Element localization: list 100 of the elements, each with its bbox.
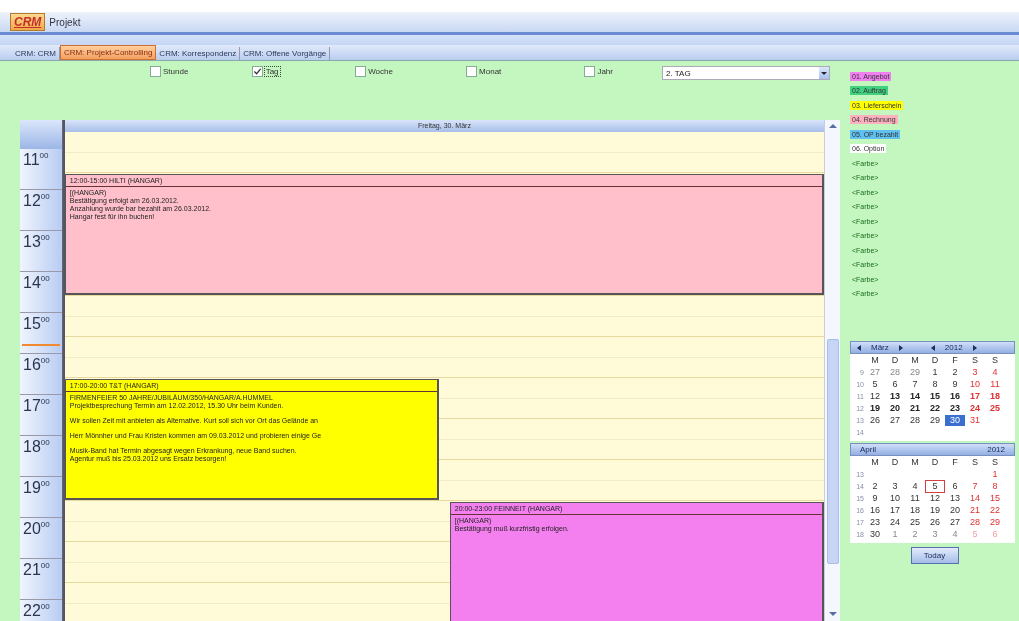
calendar-day[interactable]: 28: [965, 516, 985, 528]
calendar-day[interactable]: 1: [985, 468, 1005, 480]
weekday-label: F: [951, 456, 959, 468]
checkbox-label[interactable]: Monat: [478, 67, 503, 76]
calendar-day[interactable]: 1: [885, 528, 905, 540]
vertical-scrollbar[interactable]: [824, 120, 840, 621]
today-button[interactable]: Today: [910, 547, 959, 564]
tab[interactable]: CRM: CRM: [12, 47, 60, 60]
view-dropdown[interactable]: 2. TAG: [662, 66, 830, 80]
calendar-day[interactable]: 2: [945, 366, 965, 378]
calendar-day[interactable]: 21: [905, 402, 925, 414]
calendar-day[interactable]: 24: [885, 516, 905, 528]
tab[interactable]: CRM: Projekt-Controlling: [59, 45, 157, 60]
weekday-label: D: [890, 354, 900, 366]
calendar-day[interactable]: 18: [985, 390, 1005, 402]
calendar-day[interactable]: 3: [885, 480, 905, 492]
calendar-day[interactable]: 22: [925, 402, 945, 414]
calendar-day[interactable]: 17: [885, 504, 905, 516]
checkbox[interactable]: [251, 66, 263, 77]
day-grid[interactable]: [64, 132, 825, 621]
year-label[interactable]: 2012: [938, 343, 969, 352]
calendar-day[interactable]: 23: [865, 516, 885, 528]
calendar-day[interactable]: 4: [945, 528, 965, 540]
calendar-day[interactable]: 30: [865, 528, 885, 540]
calendar-day[interactable]: 19: [925, 504, 945, 516]
calendar-day[interactable]: 31: [965, 414, 985, 426]
calendar-day[interactable]: 24: [965, 402, 985, 414]
checkbox[interactable]: [150, 66, 161, 77]
calendar-day[interactable]: 12: [925, 492, 945, 504]
calendar-day[interactable]: 9: [865, 492, 885, 504]
month-name[interactable]: März: [865, 343, 895, 352]
calendar-day[interactable]: 10: [885, 492, 905, 504]
calendar-day[interactable]: 2: [905, 528, 925, 540]
weekday-label: M: [910, 354, 920, 366]
calendar-day[interactable]: 14: [905, 390, 925, 402]
month-name[interactable]: April: [854, 445, 882, 454]
calendar-day[interactable]: 26: [865, 414, 885, 426]
calendar-day[interactable]: 27: [945, 516, 965, 528]
calendar-day[interactable]: 3: [965, 366, 985, 378]
calendar-day[interactable]: 28: [885, 366, 905, 378]
scrollbar-thumb[interactable]: [826, 339, 839, 564]
checkbox[interactable]: [466, 66, 478, 77]
calendar-day[interactable]: 7: [905, 378, 925, 390]
calendar-day[interactable]: 7: [965, 480, 985, 492]
calendar-day[interactable]: 16: [865, 504, 885, 516]
calendar-day[interactable]: 19: [865, 402, 885, 414]
calendar-day[interactable]: 27: [865, 366, 885, 378]
weekday-label: D: [930, 354, 940, 366]
calendar-day[interactable]: 30: [945, 414, 965, 426]
calendar-day[interactable]: 8: [985, 480, 1005, 492]
tab[interactable]: CRM: Offene Vorgänge: [240, 47, 331, 60]
calendar-day[interactable]: 4: [985, 366, 1005, 378]
calendar-day[interactable]: 11: [985, 378, 1005, 390]
calendar-day[interactable]: 14: [965, 492, 985, 504]
calendar-day[interactable]: 1: [925, 366, 945, 378]
calendar-day[interactable]: 27: [885, 414, 905, 426]
calendar-day[interactable]: 29: [905, 366, 925, 378]
calendar-day[interactable]: 2: [865, 480, 885, 492]
calendar-day[interactable]: 26: [925, 516, 945, 528]
calendar-day[interactable]: 29: [985, 516, 1005, 528]
hour-label: 11$^{00}$: [20, 149, 62, 190]
calendar-day[interactable]: 29: [925, 414, 945, 426]
checkbox-label[interactable]: Stunde: [162, 67, 190, 76]
calendar-day[interactable]: 22: [985, 504, 1005, 516]
calendar-day[interactable]: 8: [925, 378, 945, 390]
calendar-day[interactable]: 16: [945, 390, 965, 402]
year-label[interactable]: 2012: [981, 445, 1011, 454]
appointment[interactable]: [64, 379, 440, 500]
calendar-day[interactable]: 10: [965, 378, 985, 390]
calendar-day[interactable]: 15: [925, 390, 945, 402]
calendar-day[interactable]: 6: [945, 480, 965, 492]
calendar-day[interactable]: 4: [905, 480, 925, 492]
calendar-day[interactable]: 20: [945, 504, 965, 516]
app-title: Projekt: [49, 16, 81, 28]
calendar-day[interactable]: 12: [865, 390, 885, 402]
calendar-day[interactable]: 20: [885, 402, 905, 414]
calendar-day[interactable]: 17: [965, 390, 985, 402]
checkbox[interactable]: [355, 66, 367, 77]
calendar-day[interactable]: 6: [885, 378, 905, 390]
calendar-day[interactable]: 25: [905, 516, 925, 528]
checkbox-label[interactable]: Woche: [367, 67, 394, 76]
calendar-day[interactable]: 13: [885, 390, 905, 402]
calendar-day[interactable]: 13: [945, 492, 965, 504]
checkbox-label[interactable]: Jahr: [596, 67, 614, 76]
calendar-day[interactable]: 28: [905, 414, 925, 426]
calendar-day[interactable]: 3: [925, 528, 945, 540]
hour-label: 19$^{00}$: [20, 477, 62, 518]
calendar-day[interactable]: 18: [905, 504, 925, 516]
checkbox-label[interactable]: Tag: [263, 66, 281, 77]
hour-label: 13$^{00}$: [20, 231, 62, 272]
calendar-day[interactable]: 5: [925, 479, 945, 493]
calendar-day[interactable]: 23: [945, 402, 965, 414]
checkbox[interactable]: [584, 66, 596, 77]
calendar-day[interactable]: 11: [905, 492, 925, 504]
calendar-day[interactable]: 9: [945, 378, 965, 390]
calendar-day[interactable]: 15: [985, 492, 1005, 504]
tab[interactable]: CRM: Korrespondenz: [156, 47, 241, 60]
calendar-day[interactable]: 25: [985, 402, 1005, 414]
calendar-day[interactable]: 5: [865, 378, 885, 390]
calendar-day[interactable]: 21: [965, 504, 985, 516]
